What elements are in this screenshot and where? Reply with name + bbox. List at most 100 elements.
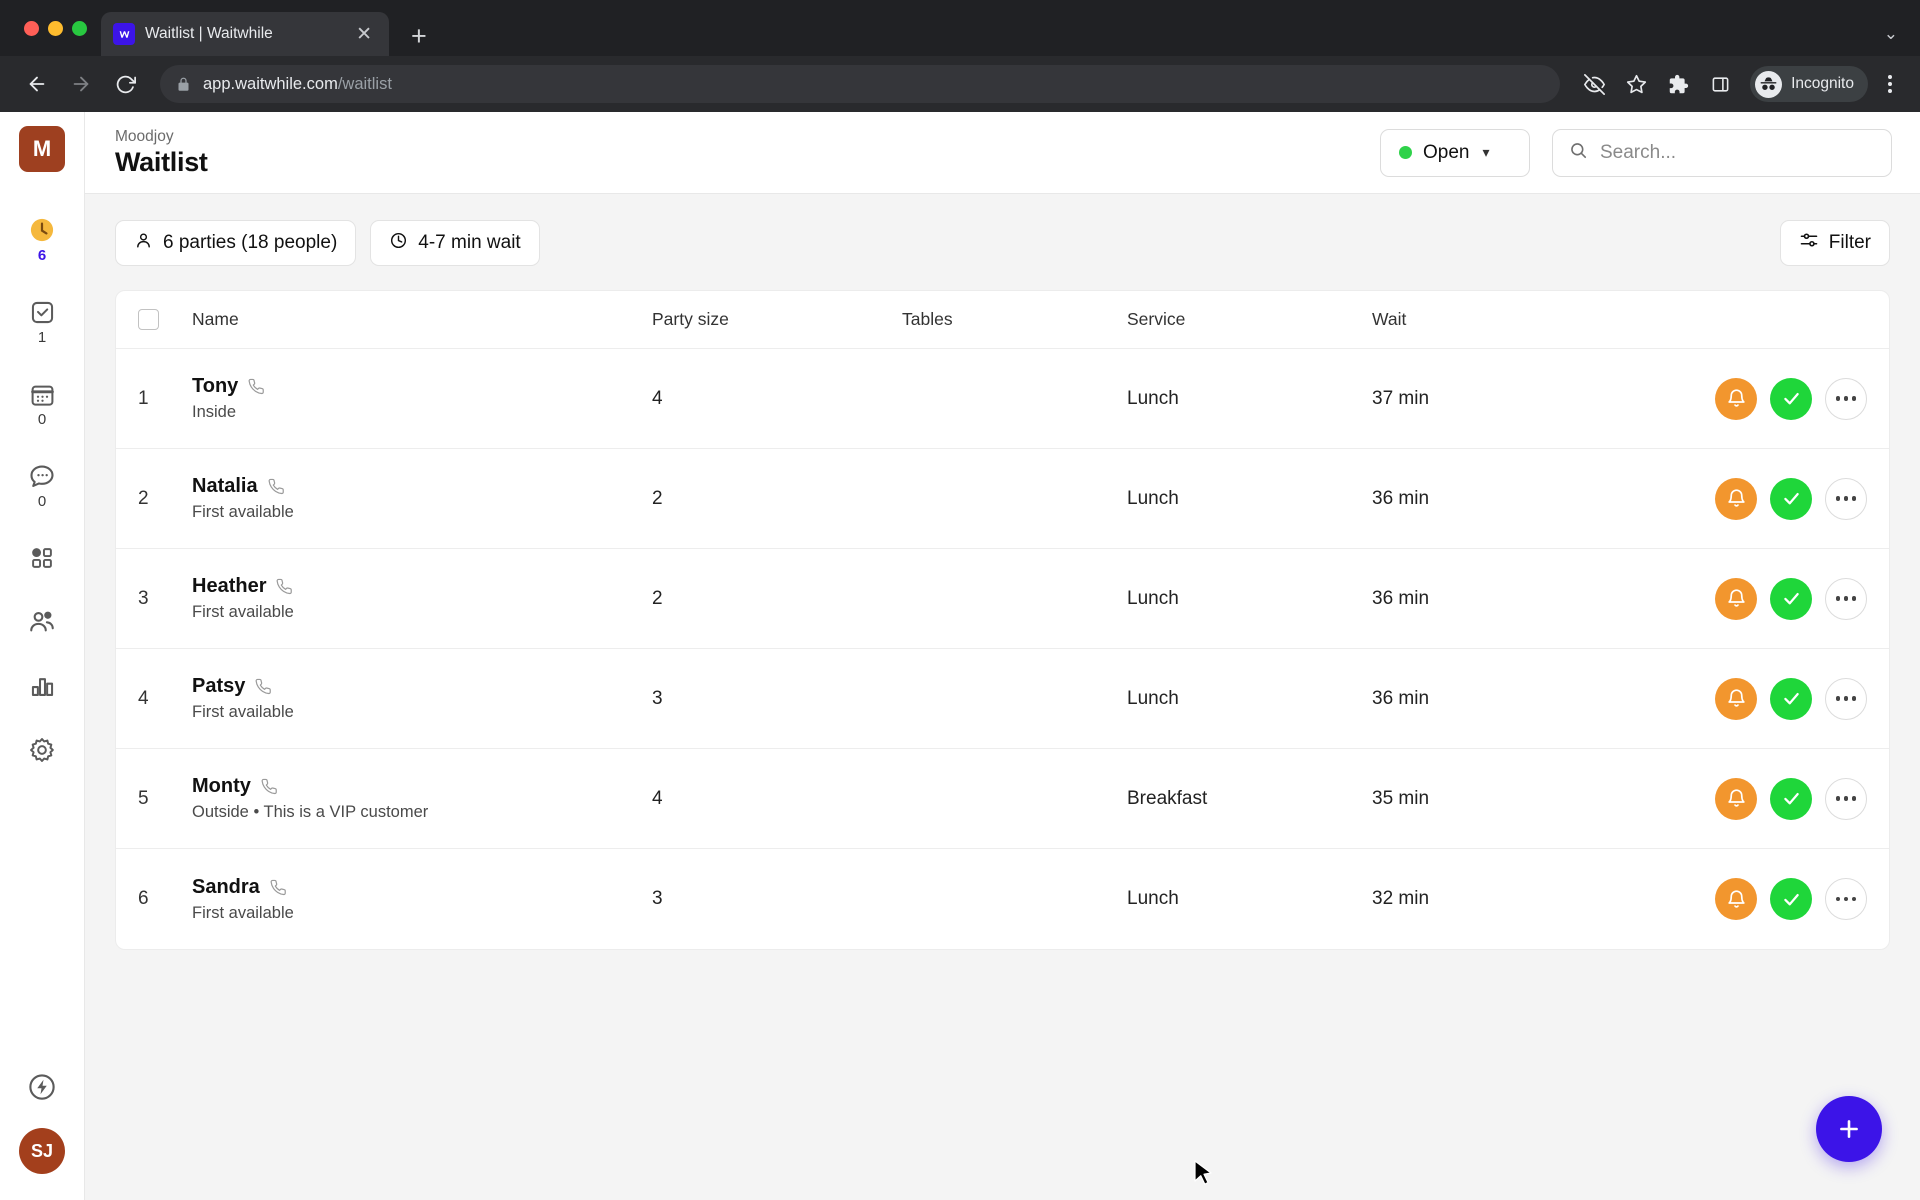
row-more-options-button[interactable]	[1825, 477, 1867, 520]
browser-tab-title: Waitlist | Waitwhile	[145, 25, 273, 42]
serve-guest-button[interactable]	[1770, 377, 1812, 420]
breadcrumb[interactable]: Moodjoy	[115, 128, 208, 146]
party-size-cell: 3	[652, 888, 663, 909]
row-more-options-button[interactable]	[1825, 878, 1867, 920]
table-row[interactable]: 5 Monty Outside • This is a VIP customer 4 B…	[116, 749, 1889, 849]
phone-icon	[276, 578, 293, 595]
status-dropdown[interactable]: Open ▾	[1380, 128, 1530, 177]
bookmark-star-icon[interactable]	[1618, 66, 1654, 102]
select-all-checkbox[interactable]	[138, 309, 192, 330]
maximize-window-button[interactable]	[72, 20, 87, 36]
column-header-tables[interactable]: Tables	[902, 309, 1127, 330]
calendar-icon	[27, 379, 57, 409]
guest-name: Heather	[192, 575, 267, 597]
forward-arrow-icon[interactable]	[62, 65, 100, 103]
serve-guest-button[interactable]	[1770, 777, 1812, 820]
row-position: 3	[138, 587, 149, 609]
reload-icon[interactable]	[106, 65, 144, 103]
add-guest-fab[interactable]	[1816, 1096, 1882, 1162]
sidebar-item-bookings[interactable]: 0	[0, 362, 84, 444]
notify-guest-button[interactable]	[1715, 577, 1757, 620]
search-input[interactable]	[1600, 141, 1875, 164]
new-tab-button[interactable]: +	[411, 23, 427, 50]
grid-icon	[27, 543, 57, 573]
service-cell: Lunch	[1127, 587, 1179, 609]
serve-guest-button[interactable]	[1770, 477, 1812, 520]
guest-name: Patsy	[192, 675, 246, 697]
serve-guest-button[interactable]	[1770, 677, 1812, 720]
clock-small-icon	[389, 231, 408, 256]
row-position: 1	[138, 387, 149, 409]
sidebar-item-customers[interactable]	[0, 590, 84, 654]
guest-name-cell: Monty Outside • This is a VIP customer	[192, 775, 652, 822]
guest-note: Outside • This is a VIP customer	[192, 803, 429, 821]
sidebar-item-checkin[interactable]: 1	[0, 280, 84, 362]
table-row[interactable]: 3 Heather First available 2 Lunch 36 min	[116, 549, 1889, 649]
hide-password-icon[interactable]	[1576, 66, 1612, 102]
row-more-options-button[interactable]	[1825, 577, 1867, 620]
sidebar-bottom: SJ	[19, 1072, 65, 1200]
browser-tab[interactable]: Waitlist | Waitwhile ✕	[101, 12, 389, 56]
parties-label: 6 parties (18 people)	[163, 232, 338, 253]
side-panel-icon[interactable]	[1702, 66, 1738, 102]
row-actions	[1667, 677, 1867, 720]
user-avatar[interactable]: SJ	[19, 1128, 65, 1174]
serve-guest-button[interactable]	[1770, 878, 1812, 920]
app-viewport: M 6 1 0 0 SJ Moodjoy Waitlist Open ▾ Sea…	[0, 112, 1920, 1200]
page-titles: Moodjoy Waitlist	[115, 128, 208, 178]
close-window-button[interactable]	[24, 20, 39, 36]
status-label: Open	[1423, 141, 1470, 163]
waitlist-content: 6 parties (18 people) 4-7 min wait Filte…	[85, 194, 1920, 1200]
table-row[interactable]: 2 Natalia First available 2 Lunch 36 min	[116, 449, 1889, 549]
column-header-service[interactable]: Service	[1127, 309, 1372, 330]
url-path: /waitlist	[337, 74, 392, 93]
search-box[interactable]	[1552, 128, 1892, 177]
parties-stat[interactable]: 6 parties (18 people)	[115, 220, 357, 266]
notify-guest-button[interactable]	[1715, 477, 1757, 520]
more-horizontal-icon	[1835, 796, 1857, 801]
browser-window: Waitlist | Waitwhile ✕ + ⌄ app.waitwhile…	[0, 0, 1920, 1200]
sidebar-item-apps[interactable]	[0, 526, 84, 590]
bar-chart-icon	[27, 671, 57, 701]
clock-icon	[27, 215, 57, 245]
people-icon	[27, 607, 57, 637]
table-body: 1 Tony Inside 4 Lunch 37 min 2 Natalia First ava…	[116, 349, 1889, 949]
wait-time-stat[interactable]: 4-7 min wait	[370, 220, 540, 266]
url-host: app.waitwhile.com	[203, 74, 338, 93]
plus-icon	[1840, 1120, 1858, 1138]
sidebar-item-analytics[interactable]	[0, 654, 84, 718]
row-more-options-button[interactable]	[1825, 777, 1867, 820]
sidebar-nav: 6 1 0 0	[0, 198, 84, 782]
table-row[interactable]: 4 Patsy First available 3 Lunch 36 min	[116, 649, 1889, 749]
notify-guest-button[interactable]	[1715, 777, 1757, 820]
sidebar-item-waitlist[interactable]: 6	[0, 198, 84, 280]
waitwhile-favicon-icon	[113, 23, 135, 45]
notify-guest-button[interactable]	[1715, 677, 1757, 720]
table-row[interactable]: 1 Tony Inside 4 Lunch 37 min	[116, 349, 1889, 449]
more-horizontal-icon	[1835, 396, 1857, 401]
back-arrow-icon[interactable]	[18, 65, 56, 103]
column-header-party-size[interactable]: Party size	[652, 309, 902, 330]
lightning-bolt-icon[interactable]	[27, 1072, 57, 1102]
minimize-window-button[interactable]	[48, 20, 63, 36]
phone-icon	[268, 478, 285, 495]
column-header-wait[interactable]: Wait	[1372, 309, 1667, 330]
filter-button[interactable]: Filter	[1779, 220, 1890, 266]
extensions-puzzle-icon[interactable]	[1660, 66, 1696, 102]
close-tab-icon[interactable]: ✕	[351, 23, 377, 46]
incognito-indicator[interactable]: Incognito	[1750, 66, 1868, 102]
serve-guest-button[interactable]	[1770, 577, 1812, 620]
wait-cell: 36 min	[1372, 587, 1430, 609]
address-bar[interactable]: app.waitwhile.com/waitlist	[160, 65, 1561, 103]
row-more-options-button[interactable]	[1825, 677, 1867, 720]
chrome-menu-icon[interactable]	[1874, 75, 1902, 93]
row-more-options-button[interactable]	[1825, 377, 1867, 420]
sidebar-item-messages[interactable]: 0	[0, 444, 84, 526]
table-row[interactable]: 6 Sandra First available 3 Lunch 32 min	[116, 849, 1889, 949]
tab-search-chevron-down-icon[interactable]: ⌄	[1884, 24, 1898, 44]
notify-guest-button[interactable]	[1715, 377, 1757, 420]
sidebar-item-settings[interactable]	[0, 718, 84, 782]
notify-guest-button[interactable]	[1715, 878, 1757, 920]
column-header-name[interactable]: Name	[192, 309, 652, 330]
organization-badge[interactable]: M	[19, 126, 65, 172]
